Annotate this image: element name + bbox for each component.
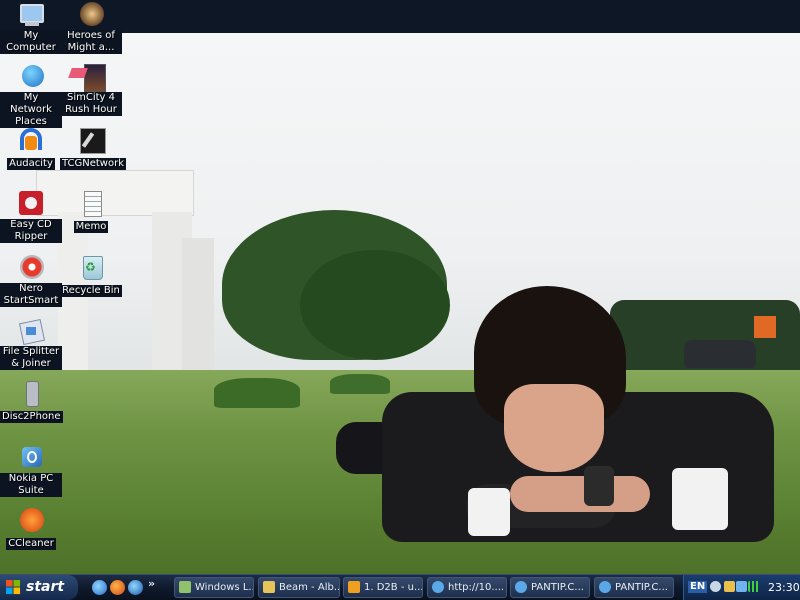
taskbar-button-label: 1. D2B - u...	[364, 582, 423, 593]
desktop-icon-file-splitter[interactable]: File Splitter & Joiner	[0, 318, 62, 370]
desktop-icon-label: My Computer	[0, 30, 62, 54]
wallpaper-person-cuff	[672, 468, 728, 530]
desktop-icon-ccleaner[interactable]: CCleaner	[0, 508, 62, 550]
signal-strength-icon[interactable]	[748, 581, 760, 592]
phone-icon	[16, 381, 46, 407]
desktop-icon-label: Recycle Bin	[60, 285, 122, 297]
taskbar-button-label: PANTIP.C...	[531, 582, 584, 593]
tcg-icon	[76, 128, 106, 154]
desktop-icon-label: Disc2Phone	[0, 411, 63, 423]
taskbar-button-label: http://10....	[448, 582, 505, 593]
folder-icon	[263, 581, 275, 593]
wallpaper-person-face	[504, 384, 604, 472]
taskbar-button[interactable]: http://10....	[427, 577, 507, 598]
taskbar-button[interactable]: PANTIP.C...	[510, 577, 590, 598]
desktop-icon-label: Easy CD Ripper	[0, 219, 62, 243]
wallpaper-sign	[754, 316, 776, 338]
wallpaper-hedge	[330, 374, 390, 394]
internet-explorer-icon	[599, 581, 611, 593]
desktop-icon-audacity[interactable]: Audacity	[0, 128, 62, 170]
desktop-icon-my-network-places[interactable]: My Network Places	[0, 64, 62, 128]
desktop-icon-memo[interactable]: Memo	[60, 191, 122, 233]
desktop-icon-nero-startsmart[interactable]: Nero StartSmart	[0, 255, 62, 307]
desktop-icon-my-computer[interactable]: My Computer	[0, 2, 62, 54]
desktop-icon-label: Audacity	[7, 158, 55, 170]
simcity-icon	[76, 64, 106, 92]
desktop-icon-label: Heroes of Might a...	[60, 30, 122, 54]
desktop-icon-simcity-4[interactable]: SimCity 4 Rush Hour	[60, 64, 122, 116]
internet-explorer-icon[interactable]	[92, 580, 107, 595]
windows-flag-icon	[6, 580, 21, 595]
language-indicator[interactable]: EN	[688, 581, 708, 593]
taskbar: start » Windows L... Beam - Alb... 1. D2…	[0, 574, 800, 600]
recycle-bin-icon	[76, 255, 106, 281]
system-tray: EN 23:30	[683, 575, 800, 600]
desktop-icon-easy-cd-ripper[interactable]: Easy CD Ripper	[0, 191, 62, 243]
download-icon	[348, 581, 360, 593]
tray-app-icon[interactable]	[724, 581, 735, 592]
desktop-icon-label: TCGNetwork	[60, 158, 127, 170]
taskbar-button[interactable]: Windows L...	[174, 577, 254, 598]
desktop-icon-label: CCleaner	[6, 538, 56, 550]
taskbar-button-label: Windows L...	[195, 582, 254, 593]
desktop-icon-disc2phone[interactable]: Disc2Phone	[0, 381, 63, 423]
desktop-icon-heroes-of-might[interactable]: Heroes of Might a...	[60, 2, 122, 54]
memo-icon	[76, 191, 106, 217]
desktop-icon-nokia-pc-suite[interactable]: Nokia PC Suite	[0, 445, 62, 497]
wallpaper-person-cuff	[468, 488, 510, 536]
my-computer-icon	[16, 2, 46, 28]
taskbar-button[interactable]: Beam - Alb...	[258, 577, 340, 598]
desktop-icon-label: My Network Places	[0, 92, 62, 128]
nokia-icon	[16, 445, 46, 471]
desktop-icon-label: Nero StartSmart	[0, 283, 62, 307]
network-icon[interactable]	[736, 581, 747, 592]
firefox-icon[interactable]	[110, 580, 125, 595]
wallpaper-tree	[300, 250, 450, 360]
quick-launch-more-button[interactable]: »	[148, 577, 155, 590]
desktop: My Computer My Network Places Audacity E…	[0, 0, 800, 574]
audacity-icon	[16, 128, 46, 154]
desktop-icon-label: File Splitter & Joiner	[0, 346, 62, 370]
wallpaper-person-hands	[510, 476, 650, 512]
desktop-icon-label: Nokia PC Suite	[0, 473, 62, 497]
internet-explorer-icon	[515, 581, 527, 593]
file-splitter-icon	[16, 318, 46, 344]
taskbar-button[interactable]: PANTIP.C...	[594, 577, 674, 598]
desktop-icon-tcgnetwork[interactable]: TCGNetwork	[60, 128, 127, 170]
internet-explorer-icon	[432, 581, 444, 593]
wallpaper-person-watch	[584, 466, 614, 506]
desktop-icon-recycle-bin[interactable]: Recycle Bin	[60, 255, 122, 297]
taskbar-button[interactable]: 1. D2B - u...	[343, 577, 423, 598]
taskbar-button-label: PANTIP.C...	[615, 582, 668, 593]
wallpaper-hedge	[214, 378, 300, 408]
tray-app-icon[interactable]	[710, 581, 721, 592]
heroes-icon	[76, 2, 106, 28]
desktop-icon-label: SimCity 4 Rush Hour	[60, 92, 122, 116]
nero-icon	[16, 255, 46, 281]
start-button[interactable]: start	[0, 575, 78, 600]
start-label: start	[26, 579, 65, 595]
clock[interactable]: 23:30	[768, 575, 800, 600]
ccleaner-icon	[16, 508, 46, 534]
browser-icon[interactable]	[128, 580, 143, 595]
window-icon	[179, 581, 191, 593]
network-places-icon	[16, 64, 46, 90]
taskbar-button-label: Beam - Alb...	[279, 582, 340, 593]
cd-ripper-icon	[16, 191, 46, 217]
desktop-icon-label: Memo	[73, 221, 109, 233]
wallpaper-car	[684, 340, 756, 368]
